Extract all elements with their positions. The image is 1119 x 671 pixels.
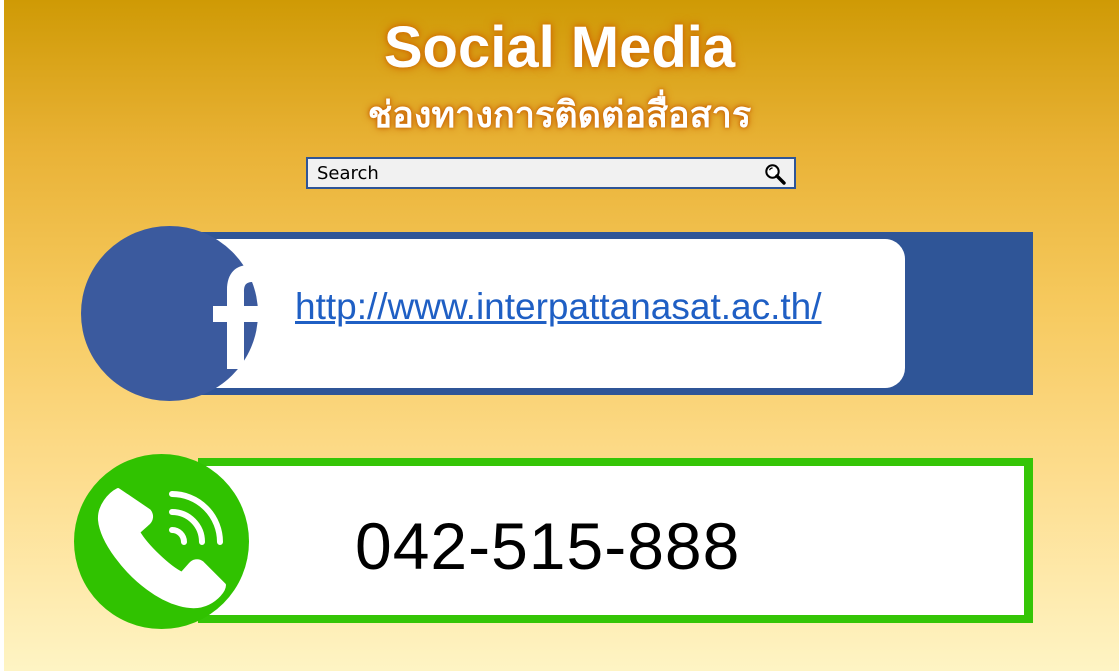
phone-badge[interactable]	[74, 454, 249, 629]
facebook-link[interactable]: http://www.interpattanasat.ac.th/	[295, 286, 822, 328]
phone-call-icon	[97, 488, 226, 609]
phone-number[interactable]: 042-515-888	[355, 508, 740, 584]
page-subtitle: ช่องทางการติดต่อสื่อสาร	[367, 94, 752, 136]
search-box	[306, 157, 796, 189]
facebook-badge[interactable]	[81, 226, 258, 401]
search-icon[interactable]	[764, 163, 786, 185]
search-input[interactable]	[308, 159, 748, 187]
facebook-icon	[213, 265, 258, 369]
page-title: Social Media	[383, 15, 736, 80]
